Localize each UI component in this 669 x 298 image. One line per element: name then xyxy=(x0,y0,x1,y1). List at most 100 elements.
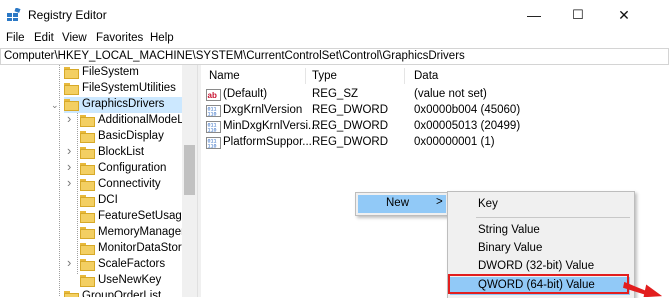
chevron-right-icon[interactable]: › xyxy=(67,112,75,125)
value-data: (value not set) xyxy=(414,88,487,100)
minimize-button[interactable]: — xyxy=(512,4,556,26)
folder-icon xyxy=(80,243,95,255)
folder-icon xyxy=(80,195,95,207)
menu-edit[interactable]: Edit xyxy=(34,32,54,44)
tree-item-connectivity[interactable]: › Connectivity xyxy=(0,176,181,193)
submenu-binary-value[interactable]: Binary Value xyxy=(478,242,542,254)
value-name: DxgKrnlVersion xyxy=(223,104,303,116)
column-header-type[interactable]: Type xyxy=(312,70,337,82)
header-divider[interactable] xyxy=(305,68,306,84)
value-row[interactable]: ab (Default) REG_SZ (value not set) xyxy=(201,87,669,103)
annotation-arrow xyxy=(623,281,663,297)
address-bar[interactable]: Computer\HKEY_LOCAL_MACHINE\SYSTEM\Curre… xyxy=(0,48,669,65)
chevron-right-icon[interactable]: › xyxy=(67,176,75,189)
annotation-highlight-box xyxy=(448,274,629,294)
tree-item-blocklist[interactable]: › BlockList xyxy=(0,144,181,161)
tree-item-filesystem[interactable]: FileSystem xyxy=(0,65,181,81)
value-name: MinDxgKrnlVersi... xyxy=(223,120,318,132)
maximize-button[interactable]: ☐ xyxy=(556,4,600,26)
folder-icon xyxy=(64,99,79,111)
chevron-down-icon[interactable]: ⌄ xyxy=(51,100,59,110)
chevron-right-icon[interactable]: › xyxy=(67,160,75,173)
menu-separator xyxy=(476,217,630,218)
tree-item-scalefactors[interactable]: › ScaleFactors xyxy=(0,256,181,273)
submenu-arrow-icon: > xyxy=(436,196,443,208)
tree-item-grouporderlist[interactable]: GroupOrderList xyxy=(0,289,181,297)
column-header-data[interactable]: Data xyxy=(414,70,438,82)
tree-item-label: Connectivity xyxy=(98,178,161,190)
tree-item-label: DCI xyxy=(98,194,118,206)
folder-icon xyxy=(80,259,95,271)
submenu-string-value[interactable]: String Value xyxy=(478,224,540,236)
tree-item-label: ScaleFactors xyxy=(98,258,166,270)
string-value-icon: ab xyxy=(206,89,221,101)
binary-value-icon: 011 110 xyxy=(206,137,221,150)
close-button[interactable]: ✕ xyxy=(602,4,646,26)
folder-icon xyxy=(64,67,79,79)
tree-item-label: GroupOrderList xyxy=(82,290,162,297)
binary-value-icon: 011 110 xyxy=(206,105,221,118)
tree-item-dci[interactable]: DCI xyxy=(0,193,181,209)
menu-file[interactable]: File xyxy=(6,32,25,44)
value-data: 0x00000001 (1) xyxy=(414,136,495,148)
menu-new[interactable]: New xyxy=(386,197,409,209)
context-menu: New > xyxy=(355,192,449,216)
tree-item-usenewkey[interactable]: UseNewKey xyxy=(0,273,181,289)
folder-icon xyxy=(80,147,95,159)
registry-editor-icon xyxy=(7,8,21,21)
value-name: (Default) xyxy=(223,88,268,100)
folder-icon xyxy=(64,291,79,297)
submenu-key[interactable]: Key xyxy=(478,198,498,210)
tree-item-graphicsdrivers[interactable]: ⌄ GraphicsDrivers xyxy=(0,97,181,113)
header-divider[interactable] xyxy=(404,68,405,84)
tree-item-filesystemutilities[interactable]: FileSystemUtilities xyxy=(0,81,181,97)
tree-item-label: AdditionalModeLis xyxy=(98,114,192,126)
window-title: Registry Editor xyxy=(28,8,107,22)
svg-text:110: 110 xyxy=(208,112,217,118)
tree-item-label: BasicDisplay xyxy=(98,130,164,142)
value-data: 0x0000b004 (45060) xyxy=(414,104,521,116)
tree-item-configuration[interactable]: › Configuration xyxy=(0,160,181,177)
value-type: REG_DWORD xyxy=(312,104,389,116)
value-type: REG_SZ xyxy=(312,88,359,100)
value-name: PlatformSuppor... xyxy=(223,136,312,148)
tree-item-label: FileSystemUtilities xyxy=(82,82,176,94)
submenu-dword-value[interactable]: DWORD (32-bit) Value xyxy=(478,260,594,272)
tree-item-featuresetusage[interactable]: FeatureSetUsage xyxy=(0,209,188,225)
tree-item-basicdisplay[interactable]: BasicDisplay xyxy=(0,129,181,145)
tree-item-label: Configuration xyxy=(98,162,167,174)
menu-favorites[interactable]: Favorites xyxy=(96,32,143,44)
tree-item-label: UseNewKey xyxy=(98,274,162,286)
folder-icon xyxy=(80,115,95,127)
tree-scrollbar-thumb[interactable] xyxy=(184,145,195,195)
tree-item-additionalmodelis[interactable]: › AdditionalModeLis xyxy=(0,112,192,129)
menu-help[interactable]: Help xyxy=(150,32,174,44)
tree-item-monitordatastore[interactable]: MonitorDataStore xyxy=(0,241,188,257)
folder-icon xyxy=(80,131,95,143)
tree-item-label: MonitorDataStore xyxy=(98,242,189,254)
tree-item-label: FileSystem xyxy=(82,66,139,78)
chevron-right-icon[interactable]: › xyxy=(67,144,75,157)
folder-icon xyxy=(80,227,95,239)
folder-icon xyxy=(80,179,95,191)
chevron-right-icon[interactable]: › xyxy=(67,256,75,269)
value-type: REG_DWORD xyxy=(312,136,389,148)
binary-value-icon: 011 110 xyxy=(206,121,221,134)
title-bar: Registry Editor — ☐ ✕ xyxy=(0,0,669,30)
tree-item-label: BlockList xyxy=(98,146,145,158)
value-row[interactable]: 011 110 DxgKrnlVersion REG_DWORD 0x0000b004 … xyxy=(201,103,669,119)
tree-scrollbar[interactable] xyxy=(182,65,197,297)
menu-view[interactable]: View xyxy=(62,32,87,44)
tree-item-memorymanager[interactable]: MemoryManager xyxy=(0,225,185,241)
svg-text:110: 110 xyxy=(208,128,217,134)
column-header-name[interactable]: Name xyxy=(209,70,240,82)
tree-item-label: FeatureSetUsage xyxy=(98,210,189,222)
svg-text:110: 110 xyxy=(208,144,217,150)
value-row[interactable]: 011 110 PlatformSuppor... REG_DWORD 0x000000… xyxy=(201,135,669,151)
menu-bar: File Edit View Favorites Help xyxy=(0,30,669,48)
value-type: REG_DWORD xyxy=(312,120,389,132)
tree-item-label: GraphicsDrivers xyxy=(82,98,165,110)
value-row[interactable]: 011 110 MinDxgKrnlVersi... REG_DWORD 0x00005… xyxy=(201,119,669,135)
folder-icon xyxy=(80,275,95,287)
svg-text:ab: ab xyxy=(208,91,217,100)
